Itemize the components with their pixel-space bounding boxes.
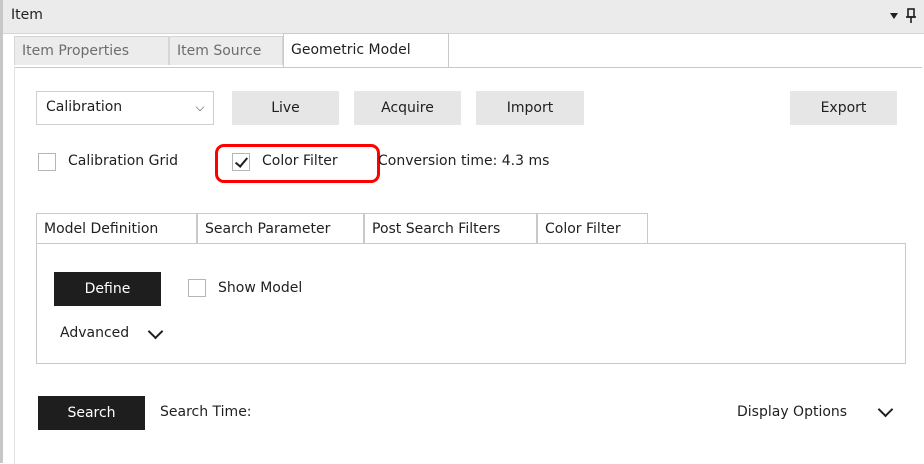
panel-menu-dropdown-icon[interactable] [890, 13, 898, 19]
show-model-checkbox[interactable] [188, 279, 206, 297]
tab-label: Color Filter [545, 221, 621, 237]
conversion-time-text: Conversion time: 4.3 ms [378, 153, 550, 169]
tab-color-filter[interactable]: Color Filter [537, 213, 648, 243]
search-time-label: Search Time: [160, 404, 252, 420]
tab-label: Item Properties [22, 43, 130, 59]
tab-model-definition[interactable]: Model Definition [36, 213, 197, 244]
mode-select[interactable]: Calibration [36, 91, 214, 125]
define-button[interactable]: Define [54, 272, 161, 306]
tab-label: Post Search Filters [372, 221, 501, 237]
calibration-grid-checkbox[interactable] [38, 153, 56, 171]
model-definition-panel [36, 243, 906, 364]
panel-title-bar: Item [3, 0, 924, 34]
panel-title: Item [11, 7, 43, 23]
tab-label: Item Source [177, 43, 262, 59]
display-options-toggle[interactable]: Display Options [737, 404, 847, 420]
calibration-grid-label: Calibration Grid [68, 153, 179, 169]
tab-label: Geometric Model [291, 42, 411, 58]
mode-select-value: Calibration [46, 99, 123, 115]
chevron-down-icon [195, 102, 205, 112]
tab-label: Model Definition [44, 221, 159, 237]
export-button[interactable]: Export [790, 91, 897, 125]
import-button[interactable]: Import [476, 91, 584, 125]
show-model-label: Show Model [218, 280, 303, 296]
tab-geometric-model[interactable]: Geometric Model [283, 33, 449, 67]
tab-item-source[interactable]: Item Source [169, 36, 283, 65]
window-left-border [0, 0, 3, 463]
search-button[interactable]: Search [38, 396, 145, 430]
tab-item-properties[interactable]: Item Properties [14, 36, 169, 65]
color-filter-label: Color Filter [262, 153, 338, 169]
tab-post-search-filters[interactable]: Post Search Filters [364, 213, 537, 243]
acquire-button[interactable]: Acquire [354, 91, 461, 125]
checkmark-icon [234, 154, 249, 168]
tab-search-parameter[interactable]: Search Parameter [197, 213, 364, 243]
color-filter-checkbox[interactable] [232, 153, 250, 171]
pin-icon[interactable] [904, 8, 918, 24]
live-button[interactable]: Live [232, 91, 339, 125]
advanced-toggle[interactable]: Advanced [60, 325, 129, 341]
tab-label: Search Parameter [205, 221, 331, 237]
